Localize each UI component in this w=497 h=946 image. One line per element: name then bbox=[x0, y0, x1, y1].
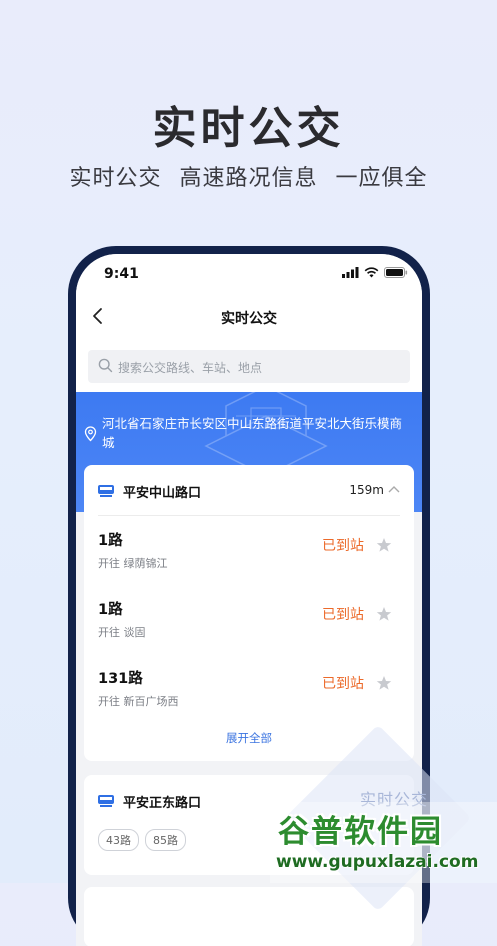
location-address: 河北省石家庄市长安区中山东路街道平安北大街乐模商城 bbox=[102, 416, 403, 450]
location-pin-icon bbox=[84, 426, 97, 442]
bus-stop-icon bbox=[98, 795, 114, 807]
stop-card: 平安中山路口 159m 1路 开往 绿荫锦江 已到站 1路 开往 谈固 已到站 bbox=[84, 465, 414, 761]
status-icons bbox=[342, 267, 408, 278]
route-tag[interactable]: 85路 bbox=[145, 829, 186, 851]
route-row[interactable]: 131路 开往 新百广场西 已到站 bbox=[98, 667, 400, 727]
star-icon[interactable] bbox=[376, 606, 392, 622]
battery-icon bbox=[384, 267, 408, 278]
arrival-status: 已到站 bbox=[322, 676, 364, 692]
star-icon[interactable] bbox=[376, 675, 392, 691]
chevron-up-icon[interactable] bbox=[388, 485, 400, 493]
signal-icon bbox=[342, 267, 359, 278]
search-area: 搜索公交路线、车站、地点 bbox=[76, 340, 422, 392]
stop-name: 平安正东路口 bbox=[123, 796, 202, 811]
promo-title: 实时公交 bbox=[152, 103, 345, 154]
route-name: 1路 bbox=[98, 602, 123, 618]
status-time: 9:41 bbox=[104, 266, 139, 282]
watermark-site-name: 谷普软件园 bbox=[278, 814, 443, 850]
stop-name: 平安中山路口 bbox=[123, 486, 202, 501]
route-row[interactable]: 1路 开往 谈固 已到站 bbox=[98, 598, 400, 658]
star-icon[interactable] bbox=[376, 537, 392, 553]
search-input[interactable]: 搜索公交路线、车站、地点 bbox=[88, 350, 410, 383]
arrival-status: 已到站 bbox=[322, 607, 364, 623]
wifi-icon bbox=[364, 267, 379, 278]
route-tags: 43路 85路 bbox=[98, 829, 186, 851]
route-direction: 开往 绿荫锦江 bbox=[98, 557, 168, 570]
route-name: 1路 bbox=[98, 533, 123, 549]
stop-distance: 159m bbox=[349, 483, 384, 497]
arrival-status: 已到站 bbox=[322, 538, 364, 554]
route-row[interactable]: 1路 开往 绿荫锦江 已到站 bbox=[98, 529, 400, 589]
search-icon bbox=[98, 358, 113, 373]
route-name: 131路 bbox=[98, 671, 143, 687]
nav-bar: 实时公交 bbox=[76, 294, 422, 340]
promo-subtitle: 实时公交 高速路况信息 一应俱全 bbox=[69, 166, 428, 191]
bus-stop-icon bbox=[98, 485, 114, 497]
status-bar: 9:41 bbox=[76, 254, 422, 294]
search-placeholder: 搜索公交路线、车站、地点 bbox=[118, 361, 263, 375]
watermark-site-url: www.gupuxlazai.com bbox=[276, 852, 479, 872]
route-tag[interactable]: 43路 bbox=[98, 829, 139, 851]
route-direction: 开往 新百广场西 bbox=[98, 695, 179, 708]
stop-header[interactable]: 平安中山路口 159m bbox=[98, 465, 400, 516]
route-direction: 开往 谈固 bbox=[98, 626, 146, 639]
page-title: 实时公交 bbox=[221, 311, 277, 327]
